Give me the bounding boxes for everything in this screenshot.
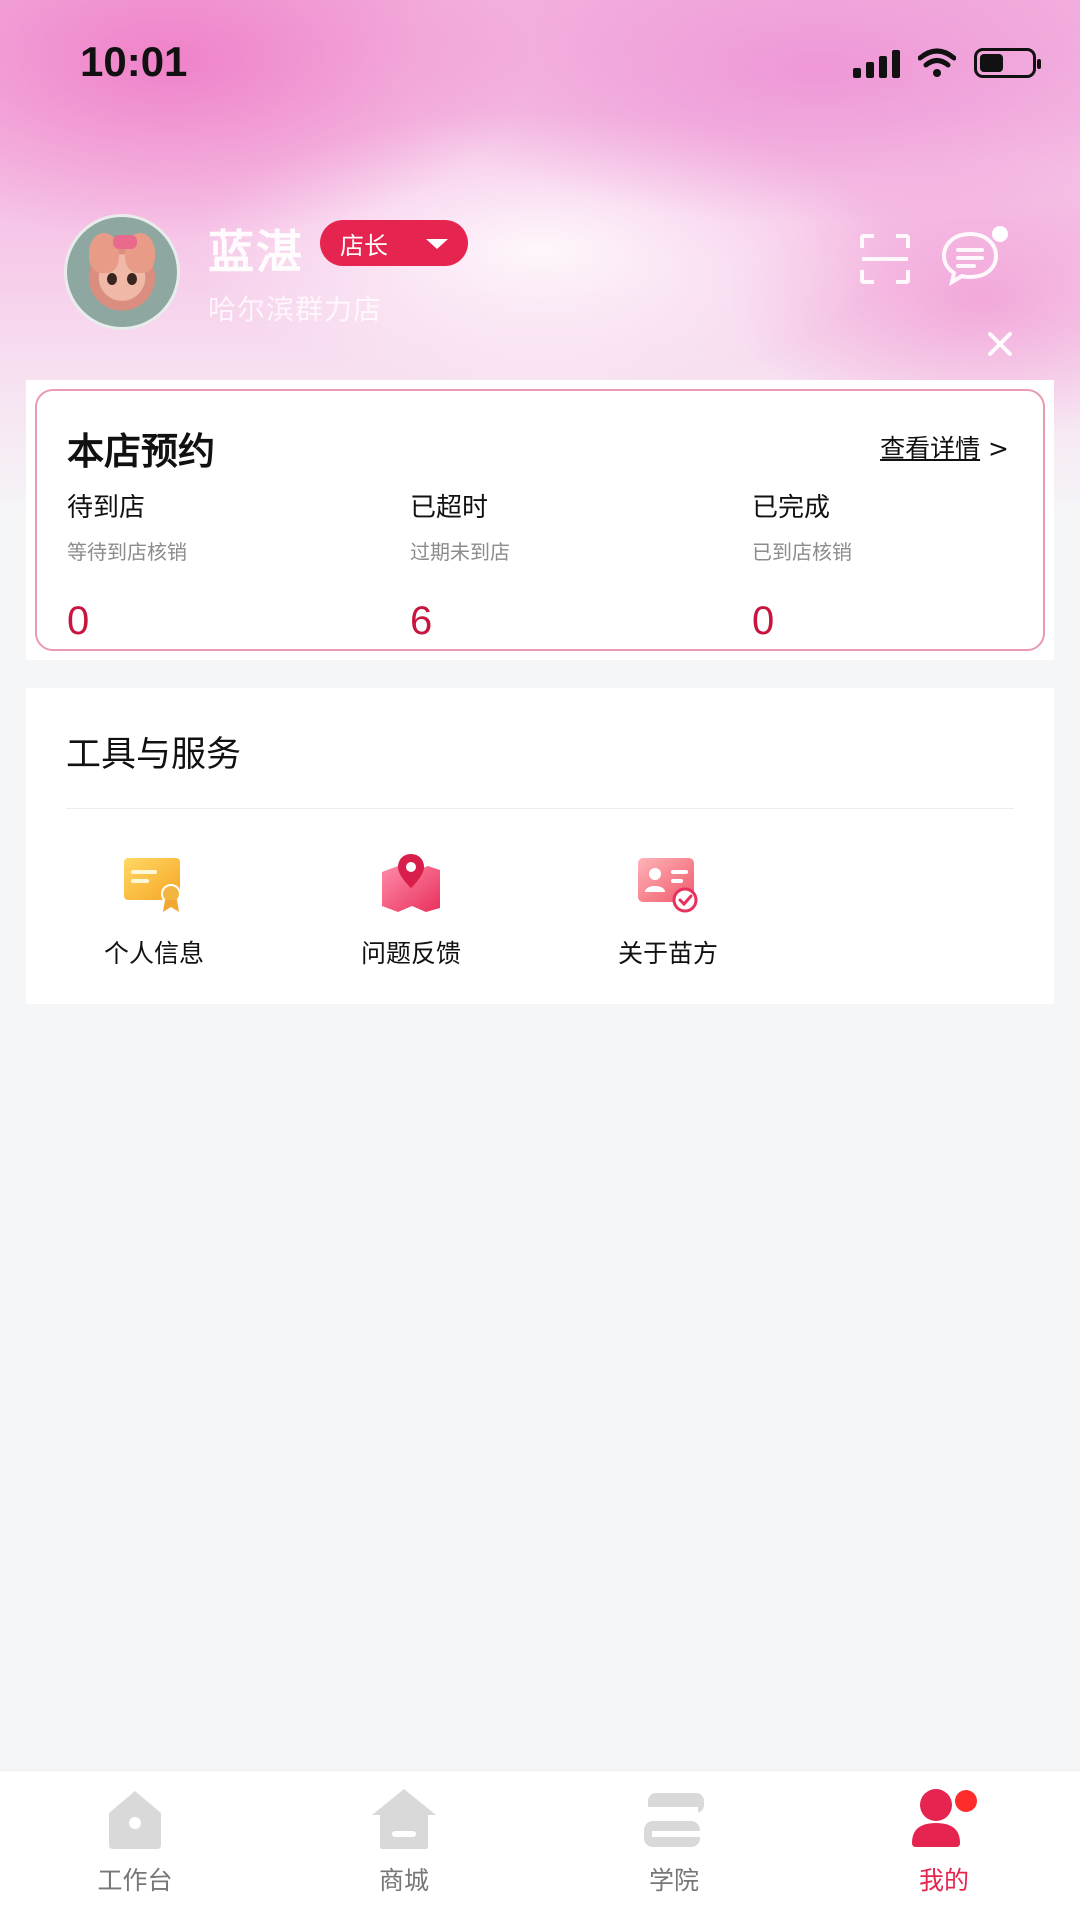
tool-personal-info[interactable]: 个人信息 [74,850,234,970]
message-icon[interactable] [940,230,1000,286]
booking-card: 本店预约 查看详情 > 待到店 等待到店核销 0 已超时 过期未到店 6 已完成… [35,389,1045,651]
tool-label: 问题反馈 [360,939,461,968]
battery-icon [974,48,1041,78]
tab-label: 商城 [378,1866,429,1895]
user-icon [912,1789,977,1847]
cellular-signal-icon [853,48,900,78]
chevron-down-icon [426,239,448,249]
book-icon [644,1793,704,1847]
bottom-tab-bar: 工作台 商城 学院 我的 [0,1770,1080,1920]
divider [66,808,1014,809]
user-name: 蓝湛 [208,225,304,279]
stat-value: 0 [752,599,775,643]
tab-workbench[interactable]: 工作台 [55,1785,215,1897]
id-card-check-icon [638,858,698,913]
map-pin-icon [382,854,440,912]
tab-label: 工作台 [97,1866,173,1895]
scan-icon[interactable] [858,232,912,286]
stat-overdue[interactable]: 已超时 过期未到店 6 [410,487,710,644]
tab-mall[interactable]: 商城 [324,1785,484,1897]
role-label: 店长 [340,231,388,260]
stat-desc: 等待到店核销 [67,540,187,564]
stat-label: 待到店 [67,493,146,523]
role-dropdown[interactable]: 店长 [320,220,468,266]
wifi-icon [918,48,956,77]
chevron-right-icon: > [988,434,1009,463]
tab-label: 我的 [918,1866,969,1895]
tab-academy[interactable]: 学院 [594,1785,754,1897]
store-name: 哈尔滨群力店 [208,293,383,326]
tool-feedback[interactable]: 问题反馈 [331,850,491,970]
tools-panel: 工具与服务 个人信息 问题反馈 关于苗方 [26,688,1054,1004]
tab-mine[interactable]: 我的 [864,1785,1024,1897]
tab-label: 学院 [648,1866,699,1895]
stat-label: 已超时 [410,493,489,523]
booking-panel: 本店预约 查看详情 > 待到店 等待到店核销 0 已超时 过期未到店 6 已完成… [26,380,1054,660]
tools-title: 工具与服务 [66,735,242,775]
notification-dot [992,226,1008,242]
view-details-link[interactable]: 查看详情 > [880,429,1009,465]
stat-label: 已完成 [752,493,831,523]
tool-label: 个人信息 [103,939,204,968]
stat-desc: 过期未到店 [410,540,510,564]
tool-about[interactable]: 关于苗方 [588,850,748,970]
status-bar: 10:01 [0,0,1080,130]
stat-value: 6 [410,599,433,643]
home-icon [109,1791,161,1849]
booking-title: 本店预约 [67,430,215,473]
close-icon[interactable] [986,330,1014,358]
avatar[interactable] [64,214,180,330]
stat-value: 0 [67,599,90,643]
status-time: 10:01 [80,38,188,85]
status-icons [853,48,1041,78]
store-icon [372,1789,436,1849]
stat-pending[interactable]: 待到店 等待到店核销 0 [67,487,367,644]
tool-label: 关于苗方 [617,939,718,968]
battery-fill [980,54,1003,72]
certificate-icon [124,858,181,912]
profile-header: 蓝湛 店长 哈尔滨群力店 [64,214,1024,334]
stat-desc: 已到店核销 [752,540,852,564]
stat-completed[interactable]: 已完成 已到店核销 0 [752,487,1052,644]
view-details-label: 查看详情 [880,434,981,463]
